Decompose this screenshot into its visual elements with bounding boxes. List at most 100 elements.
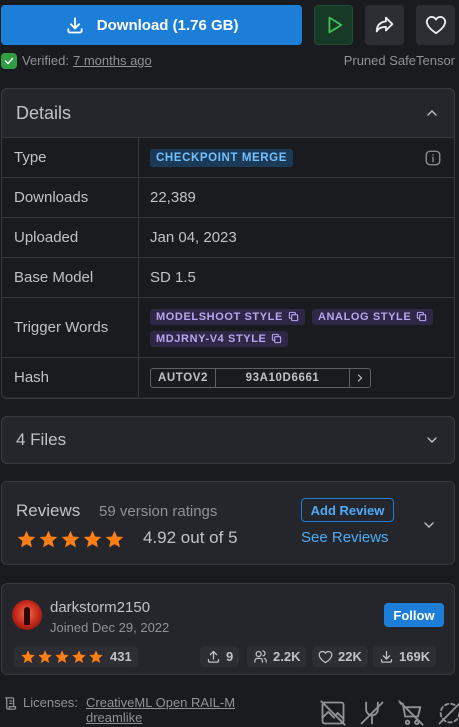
base-model-value: SD 1.5 [150,269,196,286]
trigger-words-list: MODELSHOOT STYLE ANALOG STYLE MDJRNY-V4 … [150,299,454,357]
users-icon [253,649,268,664]
reviews-count: 59 version ratings [99,503,218,520]
share-button[interactable] [365,5,405,45]
creator-rating: 431 [14,646,138,667]
download-icon [379,649,394,664]
hash-control: AUTOV2 93A10D6661 [150,367,372,388]
trigger-word-badge[interactable]: ANALOG STYLE [311,308,434,325]
chevron-right-icon[interactable] [350,372,370,384]
base-model-label: Base Model [2,258,139,297]
license-row: Licenses: CreativeML Open RAIL-M dreamli… [3,695,459,727]
hash-algorithm-selector[interactable]: AUTOV2 [151,368,217,387]
no-sell-icon[interactable] [397,699,425,727]
creator-panel: darkstorm2150 Joined Dec 29, 2022 Follow… [1,583,455,675]
copy-icon[interactable] [288,311,299,322]
review-stars [16,529,125,550]
download-label: Download (1.76 GB) [96,16,239,34]
type-badge: CHECKPOINT MERGE [150,148,293,167]
detail-row-type: Type CHECKPOINT MERGE [2,137,454,177]
verified-label: Verified: [22,53,69,68]
chevron-down-icon[interactable] [424,432,440,448]
reviews-panel: Reviews 59 version ratings 4.92 out of 5… [1,481,455,565]
trigger-word-badge[interactable]: MODELSHOOT STYLE [150,308,305,325]
favorites-count: 22K [338,649,362,664]
star-icon [61,530,80,548]
license-label: Licenses: [23,695,78,710]
detail-row-downloads: Downloads 22,389 [2,177,454,217]
no-images-icon[interactable] [319,699,347,727]
trigger-word-text: ANALOG STYLE [317,310,412,323]
detail-row-hash: Hash AUTOV2 93A10D6661 [2,357,454,397]
stat-favorites: 22K [312,646,368,667]
stat-followers: 2.2K [247,646,307,667]
heart-icon [425,15,447,35]
license-link[interactable]: CreativeML Open RAIL-M [86,695,235,710]
permission-icons [319,699,459,727]
trigger-word-badge[interactable]: MDJRNY-V4 STYLE [150,330,289,347]
license-link[interactable]: dreamlike [86,710,142,725]
creator-joined: Joined Dec 29, 2022 [50,620,170,635]
download-button[interactable]: Download (1.76 GB) [1,5,303,45]
star-icon [21,649,35,663]
uploads-count: 9 [226,649,234,664]
verified-time-link[interactable]: 7 months ago [73,53,152,68]
copy-icon[interactable] [416,311,427,322]
chevron-down-icon[interactable] [421,517,437,533]
uploaded-value: Jan 04, 2023 [150,229,237,246]
creator-stars [20,649,104,665]
followers-count: 2.2K [273,649,301,664]
avatar[interactable] [12,600,42,630]
downloads-count: 169K [399,649,431,664]
star-icon [105,530,124,548]
reviews-score: 4.92 out of 5 [143,528,238,547]
downloads-label: Downloads [2,178,139,217]
verified-shield-icon [1,52,17,69]
hash-value[interactable]: 93A10D6661 [216,368,351,387]
star-icon [72,649,86,663]
info-icon[interactable] [424,149,442,167]
copy-icon[interactable] [271,333,282,344]
verification-row: Verified: 7 months ago Pruned SafeTensor [1,52,455,69]
star-icon [38,649,52,663]
details-header[interactable]: Details [2,89,454,137]
files-title: 4 Files [16,430,67,449]
files-panel[interactable]: 4 Files [1,416,455,464]
download-icon [65,15,85,35]
detail-row-uploaded: Uploaded Jan 04, 2023 [2,217,454,257]
star-icon [89,649,103,663]
hash-label: Hash [2,358,139,397]
details-panel: Details Type CHECKPOINT MERGE Downloads … [1,88,455,399]
model-actions-bar: Download (1.76 GB) [1,5,455,45]
star-icon [83,530,102,548]
trigger-word-text: MDJRNY-V4 STYLE [156,332,267,345]
details-title: Details [16,102,72,123]
no-generation-service-icon[interactable] [436,699,459,727]
play-icon [323,14,345,36]
uploaded-label: Uploaded [2,218,139,257]
stat-uploads: 9 [200,646,240,667]
upload-icon [206,649,221,664]
file-type-label: Pruned SafeTensor [343,53,455,68]
trigger-word-text: MODELSHOOT STYLE [156,310,283,323]
detail-row-trigger-words: Trigger Words MODELSHOOT STYLE ANALOG ST… [2,297,454,357]
stat-downloads: 169K [373,646,437,667]
star-icon [17,530,36,548]
follow-button[interactable]: Follow [384,603,444,627]
chevron-up-icon[interactable] [424,105,440,121]
creator-name[interactable]: darkstorm2150 [50,599,150,616]
creator-rating-count: 431 [110,649,132,664]
type-label: Type [2,138,139,177]
trigger-words-label: Trigger Words [2,298,139,357]
license-scroll-icon [3,696,18,711]
see-reviews-link[interactable]: See Reviews [301,529,389,546]
favorite-button[interactable] [416,5,455,45]
heart-icon [318,650,333,664]
downloads-value: 22,389 [150,189,196,206]
add-review-button[interactable]: Add Review [301,498,394,522]
star-icon [39,530,58,548]
detail-row-base-model: Base Model SD 1.5 [2,257,454,297]
no-merge-icon[interactable] [358,699,386,727]
star-icon [55,649,69,663]
run-button[interactable] [314,5,354,45]
share-icon [373,14,397,36]
